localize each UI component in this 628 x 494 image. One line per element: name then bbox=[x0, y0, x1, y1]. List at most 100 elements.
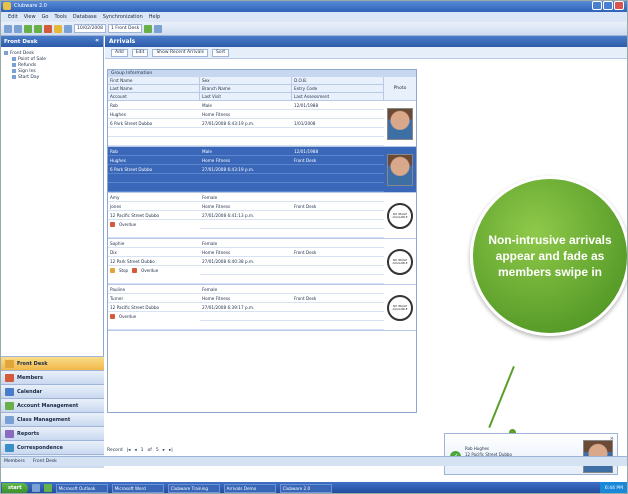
photo-cell bbox=[384, 147, 416, 192]
record-cell: Female bbox=[200, 285, 292, 294]
empty-cell bbox=[292, 312, 384, 321]
nav-button-reports[interactable]: Reports bbox=[0, 426, 104, 440]
empty-cell bbox=[108, 229, 200, 238]
record-cell: 6 Park Street Dubbo bbox=[108, 165, 200, 174]
nav-button-calendar[interactable]: Calendar bbox=[0, 384, 104, 398]
system-tray-clock[interactable]: 6:44 PM bbox=[599, 482, 628, 494]
status-item: Members bbox=[4, 459, 25, 464]
column-header[interactable]: Account bbox=[108, 93, 200, 101]
menu-item-file[interactable]: Edit bbox=[8, 14, 18, 20]
menu-bar: Edit View Go Tools Database Synchronizat… bbox=[0, 12, 628, 22]
empty-cell bbox=[200, 183, 292, 192]
minimize-button[interactable] bbox=[592, 1, 602, 10]
pin-icon[interactable]: « bbox=[95, 37, 99, 44]
date-field[interactable]: 10/02/2008 bbox=[74, 24, 106, 33]
column-header[interactable]: Branch Name bbox=[200, 85, 292, 93]
prev-record-icon[interactable]: ◂ bbox=[134, 448, 136, 453]
taskbar-item[interactable]: Arrivals Demo bbox=[223, 483, 276, 493]
action-label[interactable]: Overdue bbox=[141, 268, 158, 273]
record-cell: 27/01/2008 6:40:38 p.m. bbox=[200, 257, 292, 266]
action-label[interactable]: Overdue bbox=[119, 314, 136, 319]
arrival-record[interactable]: Pauline Female Turner Home Fitness Front Des… bbox=[108, 285, 416, 331]
tree-item-start-day[interactable]: Start Day bbox=[4, 74, 99, 80]
action-label[interactable]: Stop bbox=[119, 268, 128, 273]
photo-cell bbox=[384, 101, 416, 146]
print-icon[interactable] bbox=[64, 24, 72, 33]
empty-cell bbox=[292, 174, 384, 183]
empty-cell bbox=[200, 229, 292, 238]
folder-icon bbox=[12, 69, 16, 73]
go-icon[interactable] bbox=[144, 24, 153, 33]
quicklaunch-icon[interactable] bbox=[31, 484, 40, 492]
open-icon[interactable] bbox=[14, 24, 22, 33]
nav-button-account-management[interactable]: Account Management bbox=[0, 398, 104, 412]
record-cell bbox=[292, 193, 384, 202]
arrivals-grid: Group Information First Name Sex D.O.B. … bbox=[107, 69, 417, 413]
record-cell: Amy bbox=[108, 193, 200, 202]
location-field[interactable]: 1 Front Desk bbox=[107, 24, 143, 33]
start-button[interactable]: start bbox=[2, 482, 28, 494]
app-icon bbox=[3, 2, 11, 10]
record-actions: Overdue bbox=[108, 220, 200, 229]
taskbar-item[interactable]: Clubware Training bbox=[167, 483, 220, 493]
no-image-placeholder: NO IMAGE AVAILABLE bbox=[387, 202, 413, 229]
folder-tree: Front Desk Point of Sale Refunds Sign In… bbox=[0, 47, 103, 83]
empty-cell bbox=[108, 183, 200, 192]
nav-button-front-desk[interactable]: Front Desk bbox=[0, 356, 104, 370]
column-header[interactable]: Last Name bbox=[108, 85, 200, 93]
action-label[interactable]: Overdue bbox=[119, 222, 136, 227]
menu-item-database[interactable]: Database bbox=[73, 14, 97, 20]
menu-item-help[interactable]: Help bbox=[149, 14, 160, 20]
column-header[interactable]: Sex bbox=[200, 77, 292, 85]
column-header[interactable]: Last Visit bbox=[200, 93, 292, 101]
show-recent-arrivals-button[interactable]: Show Recent Arrivals bbox=[152, 48, 208, 57]
taskbar-item[interactable]: Clubware 2.0 bbox=[279, 483, 332, 493]
taskbar-item[interactable]: Microsoft Outlook bbox=[55, 483, 108, 493]
record-cell: Turner bbox=[108, 294, 200, 303]
folder-icon bbox=[4, 51, 8, 55]
module-icon bbox=[5, 401, 14, 410]
stop-icon[interactable] bbox=[44, 24, 52, 33]
arrival-record[interactable]: Rob Male 12/01/1988 Hughes Home Fitness Front… bbox=[108, 147, 416, 193]
empty-cell bbox=[292, 266, 384, 275]
first-record-icon[interactable]: |◂ bbox=[127, 448, 131, 453]
column-header[interactable]: D.O.B. bbox=[292, 77, 384, 85]
arrival-record[interactable]: Amy Female Jones Home Fitness Front Desk 12 P… bbox=[108, 193, 416, 239]
taskbar-item[interactable]: Microsoft Word bbox=[111, 483, 164, 493]
nav-button-class-management[interactable]: Class Management bbox=[0, 412, 104, 426]
column-header[interactable]: Entry Code bbox=[292, 85, 384, 93]
record-cell: Home Fitness bbox=[200, 156, 292, 165]
record-cell bbox=[292, 257, 384, 266]
arrival-record[interactable]: Sophie Female Dix Home Fitness Front Desk 12 … bbox=[108, 239, 416, 285]
menu-item-synchronization[interactable]: Synchronization bbox=[103, 14, 143, 20]
sort-button[interactable]: Sort bbox=[211, 48, 230, 57]
back-icon[interactable] bbox=[24, 24, 32, 33]
quicklaunch-icon[interactable] bbox=[43, 484, 52, 492]
nav-button-correspondence[interactable]: Correspondence bbox=[0, 440, 104, 454]
folder-icon[interactable] bbox=[54, 24, 62, 33]
column-header[interactable]: First Name bbox=[108, 77, 200, 85]
current-record[interactable]: 1 bbox=[141, 448, 144, 453]
record-cell: Rob bbox=[108, 147, 200, 156]
close-button[interactable] bbox=[614, 1, 624, 10]
next-record-icon[interactable]: ▸ bbox=[163, 448, 165, 453]
column-header[interactable]: Last Assessment bbox=[292, 93, 384, 101]
edit-button[interactable]: Edit bbox=[131, 48, 149, 57]
arrival-record[interactable]: Rob Male 12/01/1988 Hughes Home Fitness 6 Par… bbox=[108, 101, 416, 147]
record-list: Rob Male 12/01/1988 Hughes Home Fitness 6 Par… bbox=[108, 101, 416, 331]
menu-item-go[interactable]: Go bbox=[42, 14, 49, 20]
nav-button-members[interactable]: Members bbox=[0, 370, 104, 384]
last-record-icon[interactable]: ▸| bbox=[169, 448, 173, 453]
window-controls bbox=[592, 1, 624, 10]
menu-item-view[interactable]: View bbox=[24, 14, 36, 20]
forward-icon[interactable] bbox=[34, 24, 42, 33]
maximize-button[interactable] bbox=[603, 1, 613, 10]
record-cell: 12 Park Street Dubbo bbox=[108, 257, 200, 266]
refresh-icon[interactable] bbox=[154, 24, 163, 33]
menu-item-tools[interactable]: Tools bbox=[55, 14, 67, 20]
callout-text: Non-intrusive arrivals appear and fade a… bbox=[488, 233, 612, 279]
arrival-notification[interactable]: × ✓ Rob Hughes 12 Pacific Street Dubbo S… bbox=[444, 433, 618, 475]
new-icon[interactable] bbox=[4, 24, 12, 33]
photo-column-header[interactable]: Photo bbox=[384, 77, 416, 101]
add-button[interactable]: Add bbox=[111, 48, 128, 57]
